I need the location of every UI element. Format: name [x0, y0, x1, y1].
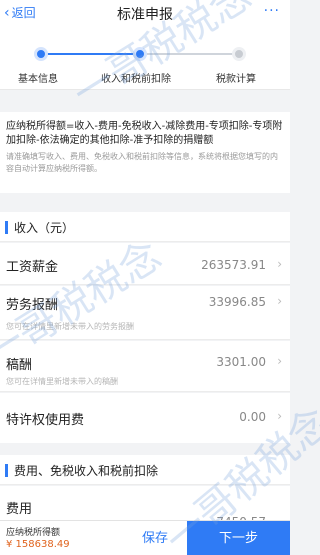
row-labor-remuneration[interactable]: 劳务报酬 33996.85 › 您可在详情里新增未带入的劳务报酬 — [0, 286, 290, 340]
row-label: 稿酬 — [6, 358, 33, 373]
divider — [0, 391, 290, 392]
row-label: 工资薪金 — [6, 260, 59, 275]
taxable-income-amount: ¥ 158638.49 — [6, 539, 70, 550]
section-accent-bar — [5, 221, 8, 234]
save-button[interactable]: 保存 — [125, 521, 185, 555]
formula-text: 应纳税所得额=收入-费用-免税收入-减除费用-专项扣除-专项附加扣除-依法确定的… — [6, 121, 283, 146]
more-dots-icon[interactable]: ··· — [264, 3, 280, 19]
bottom-bar: 应纳税所得额 ¥ 158638.49 保存 下一步 — [0, 520, 290, 555]
row-franchise-fee[interactable]: 特许权使用费 0.00 › — [0, 393, 290, 443]
divider — [0, 284, 290, 285]
page-title: 标准申报 — [117, 7, 173, 23]
step-label-basic-info[interactable]: 基本信息 — [18, 70, 58, 85]
row-expenses[interactable]: 费用 7450.57 — [0, 486, 290, 529]
row-value: 0.00 — [239, 410, 266, 424]
row-note: 您可在详情里新增未带入的劳务报酬 — [6, 322, 134, 331]
step-dot-3 — [232, 47, 246, 61]
step-line-pending — [140, 53, 238, 55]
chevron-right-icon: › — [277, 294, 282, 308]
row-note: 您可在详情里新增未带入的稿酬 — [6, 377, 118, 386]
row-value: 3301.00 — [216, 355, 266, 369]
step-dot-2 — [133, 47, 147, 61]
row-label: 劳务报酬 — [6, 298, 59, 313]
deduction-section-title: 费用、免税收入和税前扣除 — [14, 464, 159, 478]
row-royalties-manuscript[interactable]: 稿酬 3301.00 › 您可在详情里新增未带入的稿酬 — [0, 341, 290, 392]
chevron-right-icon: › — [277, 257, 282, 271]
income-section-title: 收入（元） — [14, 221, 75, 235]
row-label: 特许权使用费 — [6, 413, 85, 428]
income-section-header: 收入（元） — [0, 212, 290, 242]
row-value: 263573.91 — [201, 258, 266, 272]
step-label-tax-calc[interactable]: 税款计算 — [216, 70, 256, 85]
row-value: 33996.85 — [208, 295, 266, 309]
formula-panel: 应纳税所得额=收入-费用-免税收入-减除费用-专项扣除-专项附加扣除-依法确定的… — [0, 112, 290, 193]
row-label: 费用 — [6, 502, 33, 517]
taxable-income-label: 应纳税所得额 — [6, 528, 61, 538]
step-line-done — [40, 53, 140, 55]
next-step-button[interactable]: 下一步 — [187, 521, 290, 555]
formula-hint: 请准确填写收入、费用、免税收入和税前扣除等信息，系统将根据您填写的内容自动计算应… — [6, 152, 278, 173]
step-progress: 基本信息 收入和税前扣除 税款计算 — [0, 28, 290, 90]
section-accent-bar — [5, 464, 8, 477]
row-wages[interactable]: 工资薪金 263573.91 › — [0, 243, 290, 285]
step-label-income[interactable]: 收入和税前扣除 — [101, 70, 171, 85]
chevron-right-icon: › — [277, 354, 282, 368]
step-dot-1 — [34, 47, 48, 61]
deduction-section-header: 费用、免税收入和税前扣除 — [0, 455, 290, 485]
chevron-right-icon: › — [277, 409, 282, 423]
divider — [0, 339, 290, 340]
nav-bar: ‹ 返回 标准申报 ··· — [0, 0, 290, 28]
